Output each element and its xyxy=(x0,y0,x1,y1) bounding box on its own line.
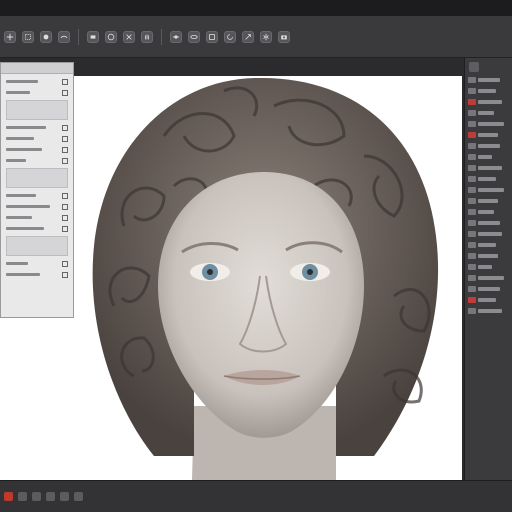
subtool-row[interactable] xyxy=(468,242,509,248)
panel-tab[interactable] xyxy=(469,62,479,72)
subtool-row[interactable] xyxy=(468,143,509,149)
subtool-row[interactable] xyxy=(468,231,509,237)
property-row[interactable] xyxy=(6,225,68,232)
property-row[interactable] xyxy=(6,214,68,221)
subtool-row[interactable] xyxy=(468,187,509,193)
subtool-row[interactable] xyxy=(468,154,509,160)
toolbar-divider xyxy=(161,28,162,45)
layer-icon[interactable] xyxy=(60,492,69,501)
viewport-canvas[interactable] xyxy=(74,76,462,480)
title-bar xyxy=(0,0,512,16)
property-row[interactable] xyxy=(6,157,68,164)
brush-icon[interactable] xyxy=(40,30,52,43)
move-icon[interactable] xyxy=(4,30,16,43)
property-row[interactable] xyxy=(6,78,68,85)
property-row[interactable] xyxy=(6,260,68,267)
redo-icon[interactable] xyxy=(32,492,41,501)
subtool-row[interactable] xyxy=(468,253,509,259)
subtool-row[interactable] xyxy=(468,110,509,116)
undo-icon[interactable] xyxy=(18,492,27,501)
clay-icon[interactable] xyxy=(87,30,99,43)
inflate-icon[interactable] xyxy=(105,30,117,43)
subtool-panel xyxy=(464,58,512,480)
pinch-icon[interactable] xyxy=(123,30,135,43)
property-group[interactable] xyxy=(6,236,68,256)
grid-icon[interactable] xyxy=(46,492,55,501)
subtool-row[interactable] xyxy=(468,209,509,215)
select-icon[interactable] xyxy=(22,30,34,43)
record-icon[interactable] xyxy=(4,492,13,501)
toolbar-divider xyxy=(78,28,79,45)
panel-header xyxy=(1,63,73,74)
subtool-row[interactable] xyxy=(468,264,509,270)
symmetry-icon[interactable] xyxy=(260,30,272,43)
subtool-row[interactable] xyxy=(468,88,509,94)
subtool-row[interactable] xyxy=(468,132,509,138)
property-row[interactable] xyxy=(6,124,68,131)
subtool-row[interactable] xyxy=(468,176,509,182)
subtool-row[interactable] xyxy=(468,198,509,204)
property-group[interactable] xyxy=(6,100,68,120)
scale-icon[interactable] xyxy=(242,30,254,43)
subtool-row[interactable] xyxy=(468,220,509,226)
property-row[interactable] xyxy=(6,192,68,199)
subtool-row[interactable] xyxy=(468,121,509,127)
transform-icon[interactable] xyxy=(206,30,218,43)
canvas-left-margin xyxy=(0,318,74,480)
property-row[interactable] xyxy=(6,203,68,210)
property-row[interactable] xyxy=(6,135,68,142)
subtool-row[interactable] xyxy=(468,77,509,83)
sculpted-head-render xyxy=(92,77,439,480)
camera-icon[interactable] xyxy=(278,30,290,43)
subtool-row[interactable] xyxy=(468,165,509,171)
subtool-row[interactable] xyxy=(468,99,509,105)
subtool-row[interactable] xyxy=(468,286,509,292)
rotate-icon[interactable] xyxy=(224,30,236,43)
main-toolbar xyxy=(0,16,512,58)
property-row[interactable] xyxy=(6,146,68,153)
status-bar xyxy=(0,480,512,512)
property-row[interactable] xyxy=(6,89,68,96)
property-row[interactable] xyxy=(6,271,68,278)
settings-icon[interactable] xyxy=(74,492,83,501)
subtool-row[interactable] xyxy=(468,275,509,281)
property-group[interactable] xyxy=(6,168,68,188)
smooth-icon[interactable] xyxy=(58,30,70,43)
grab-icon[interactable] xyxy=(141,30,153,43)
tool-properties-panel xyxy=(0,62,74,318)
canvas-header xyxy=(74,58,466,76)
hide-icon[interactable] xyxy=(188,30,200,43)
mask-icon[interactable] xyxy=(170,30,182,43)
subtool-row[interactable] xyxy=(468,297,509,303)
subtool-row[interactable] xyxy=(468,308,509,314)
